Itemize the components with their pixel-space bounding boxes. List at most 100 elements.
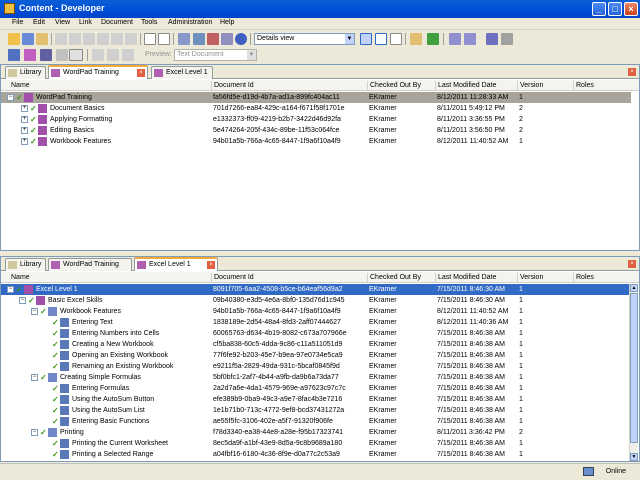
- tree-row[interactable]: ✓ Opening an Existing Workbook 77f6fe92-b2…: [1, 350, 631, 361]
- scrollbar-thumb[interactable]: [630, 293, 638, 443]
- pane-close-icon[interactable]: ×: [628, 68, 636, 76]
- spellcheck-icon[interactable]: [193, 33, 205, 45]
- print-icon[interactable]: [207, 33, 219, 45]
- export-icon[interactable]: [501, 33, 513, 45]
- publish-icon[interactable]: [410, 33, 422, 45]
- columns-view-icon[interactable]: [390, 33, 402, 45]
- sync-icon[interactable]: [427, 33, 439, 45]
- help-icon[interactable]: [235, 33, 247, 45]
- tab-wordpad-training[interactable]: WordPad Training: [48, 258, 132, 271]
- tree-row[interactable]: ✓ Using the AutoSum List 1e1b71b0-713c-477…: [1, 405, 631, 416]
- back-icon[interactable]: [92, 49, 104, 61]
- expand-toggle-icon[interactable]: −: [7, 94, 14, 101]
- close-button[interactable]: ×: [624, 2, 638, 16]
- refresh-icon[interactable]: [221, 33, 233, 45]
- column-document-id[interactable]: Document Id: [211, 81, 254, 90]
- tree-row[interactable]: + ✓ Workbook Features 94b01a5b-766a-4c65-84…: [1, 136, 631, 147]
- expand-toggle-icon[interactable]: +: [21, 116, 28, 123]
- minimize-button[interactable]: _: [592, 2, 606, 16]
- view-combo[interactable]: Details view ▼: [254, 33, 355, 45]
- expand-toggle-icon[interactable]: −: [19, 297, 26, 304]
- properties-icon[interactable]: [36, 33, 48, 45]
- tree-row[interactable]: ✓ Entering Text 1838189e-2d54-48a4-8fd3-2a…: [1, 317, 631, 328]
- template-icon[interactable]: [56, 49, 68, 61]
- tree-row[interactable]: ✓ Renaming an Existing Workbook e9211f5a-2…: [1, 361, 631, 372]
- find-icon[interactable]: [178, 33, 190, 45]
- expand-toggle-icon[interactable]: −: [31, 374, 38, 381]
- tree-row[interactable]: − ✓ Workbook Features 94b01a5b-766a-4c65-84…: [1, 306, 631, 317]
- menu-link[interactable]: Link: [79, 19, 92, 26]
- tab-excel-level-1[interactable]: Excel Level 1 ×: [134, 257, 218, 271]
- new-chapter-icon[interactable]: [24, 49, 36, 61]
- home-icon[interactable]: [122, 49, 134, 61]
- menu-help[interactable]: Help: [220, 19, 234, 26]
- tree-row[interactable]: ✓ Entering Basic Functions ae55f5fc-3106-4…: [1, 416, 631, 427]
- open-folder-icon[interactable]: [8, 33, 20, 45]
- save-icon[interactable]: [22, 33, 34, 45]
- menu-administration[interactable]: Administration: [168, 19, 212, 26]
- tree-row[interactable]: ✓ Creating a New Workbook cf5ba838-60c5-4d…: [1, 339, 631, 350]
- new-book-icon[interactable]: [8, 49, 20, 61]
- help-dropdown-icon[interactable]: [69, 49, 83, 61]
- column-document-id[interactable]: Document Id: [211, 273, 254, 282]
- tab-wordpad-training[interactable]: WordPad Training ×: [48, 65, 148, 79]
- expand-toggle-icon[interactable]: +: [21, 105, 28, 112]
- redo-icon[interactable]: [125, 33, 137, 45]
- undo-icon[interactable]: [97, 33, 109, 45]
- move-down-icon[interactable]: [464, 33, 476, 45]
- pane-splitter[interactable]: [0, 251, 640, 255]
- preview-combo[interactable]: Text Document ▼: [174, 49, 257, 61]
- tree-row[interactable]: + ✓ Document Basics 701d7266-ea84-429c-a164…: [1, 103, 631, 114]
- forward-icon[interactable]: [107, 49, 119, 61]
- menu-edit[interactable]: Edit: [33, 19, 45, 26]
- tree-row[interactable]: ✓ Printing the Current Worksheet 8ec5da9f-…: [1, 438, 631, 449]
- menu-view[interactable]: View: [55, 19, 70, 26]
- expand-toggle-icon[interactable]: +: [21, 127, 28, 134]
- column-last-modified[interactable]: Last Modified Date: [435, 273, 496, 282]
- maximize-button[interactable]: □: [608, 2, 622, 16]
- tree-row[interactable]: + ✓ Applying Formatting e1332373-ff09-4219-…: [1, 114, 631, 125]
- tab-close-icon[interactable]: ×: [207, 261, 215, 269]
- tree-row[interactable]: ✓ Entering Formulas 2a2d7a6e-4da1-4579-969…: [1, 383, 631, 394]
- expand-toggle-icon[interactable]: −: [31, 308, 38, 315]
- scroll-up-icon[interactable]: ▲: [630, 284, 638, 292]
- tree-row[interactable]: ✓ Entering Numbers into Cells 60065763-d63…: [1, 328, 631, 339]
- delete-icon[interactable]: [111, 33, 123, 45]
- tree-row[interactable]: ✓ Using the AutoSum Button efe389b9-0ba9-4…: [1, 394, 631, 405]
- cut-icon[interactable]: [55, 33, 67, 45]
- tree-row[interactable]: − ✓ Excel Level 1 8091f705-6aa2-4508-b5ce-b…: [1, 284, 631, 295]
- tab-library[interactable]: Library: [5, 66, 46, 79]
- expand-icon[interactable]: [144, 33, 156, 45]
- column-version[interactable]: Version: [517, 273, 543, 282]
- column-roles[interactable]: Roles: [573, 81, 594, 90]
- tree-row[interactable]: − ✓ Basic Excel Skills 09b40380-e3d5-4e6a-8…: [1, 295, 631, 306]
- tree-row[interactable]: − ✓ WordPad Training fa56fd5e-d19d-4b7a-ad1…: [1, 92, 631, 103]
- expand-toggle-icon[interactable]: −: [31, 429, 38, 436]
- import-icon[interactable]: [486, 33, 498, 45]
- move-up-icon[interactable]: [449, 33, 461, 45]
- column-version[interactable]: Version: [517, 81, 543, 90]
- scroll-down-icon[interactable]: ▼: [630, 453, 638, 461]
- copy-icon[interactable]: [69, 33, 81, 45]
- column-roles[interactable]: Roles: [573, 273, 594, 282]
- column-checked-out-by[interactable]: Checked Out By: [367, 273, 421, 282]
- tree-row[interactable]: + ✓ Editing Basics 5e474264-205f-434c-89be-…: [1, 125, 631, 136]
- expand-toggle-icon[interactable]: +: [21, 138, 28, 145]
- vertical-scrollbar[interactable]: ▲ ▼: [629, 284, 638, 461]
- tree-row[interactable]: ✓ Printing a Selected Range a04fbf16-6180-…: [1, 449, 631, 460]
- tree-row[interactable]: − ✓ Printing f78d3340-ea38-44e8-a28e-f95b17…: [1, 427, 631, 438]
- tab-excel-level-1[interactable]: Excel Level 1: [151, 66, 213, 79]
- paste-icon[interactable]: [83, 33, 95, 45]
- split-view-icon[interactable]: [375, 33, 387, 45]
- new-topic-icon[interactable]: [40, 49, 52, 61]
- expand-toggle-icon[interactable]: −: [7, 286, 14, 293]
- column-name[interactable]: Name: [9, 81, 30, 90]
- details-view-icon[interactable]: [360, 33, 372, 45]
- menu-document[interactable]: Document: [101, 19, 133, 26]
- tab-close-icon[interactable]: ×: [137, 69, 145, 77]
- column-last-modified[interactable]: Last Modified Date: [435, 81, 496, 90]
- menu-file[interactable]: File: [12, 19, 23, 26]
- pane-close-icon[interactable]: ×: [628, 260, 636, 268]
- chevron-down-icon[interactable]: ▼: [345, 34, 354, 44]
- column-name[interactable]: Name: [9, 273, 30, 282]
